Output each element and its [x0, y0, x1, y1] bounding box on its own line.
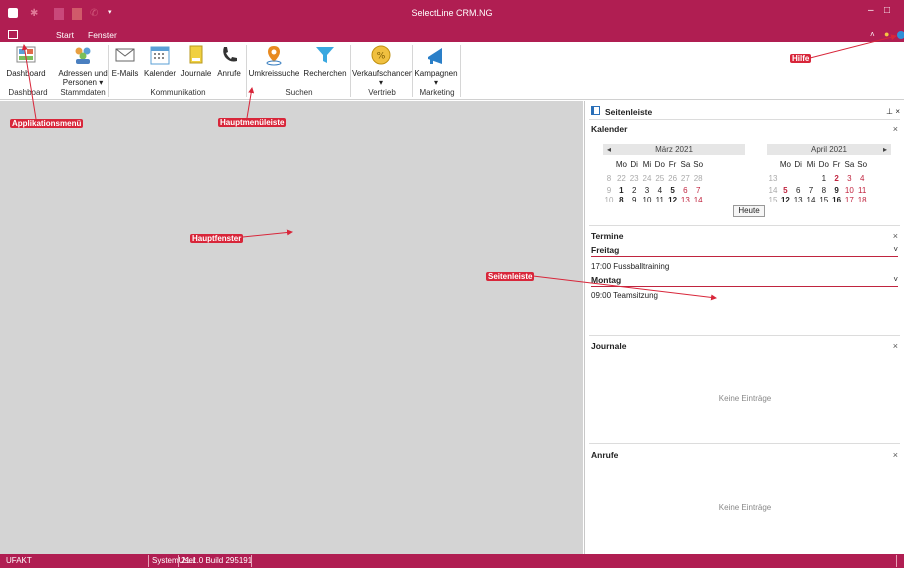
annotation-mainwindow: Hauptfenster	[190, 234, 244, 243]
annotation-help: Hilfe	[790, 54, 812, 63]
annotation-mainmenu: Hauptmenüleiste	[218, 118, 287, 127]
annotation-appmenu: Applikationsmenü	[10, 119, 84, 128]
annotation-sidebar: Seitenleiste	[486, 272, 535, 281]
arrow-sidebar	[532, 275, 717, 301]
arrow-appmenu	[21, 44, 37, 120]
arrow-help	[809, 34, 897, 59]
arrow-mainmenu	[246, 87, 255, 119]
annotation-arrows	[21, 34, 897, 301]
